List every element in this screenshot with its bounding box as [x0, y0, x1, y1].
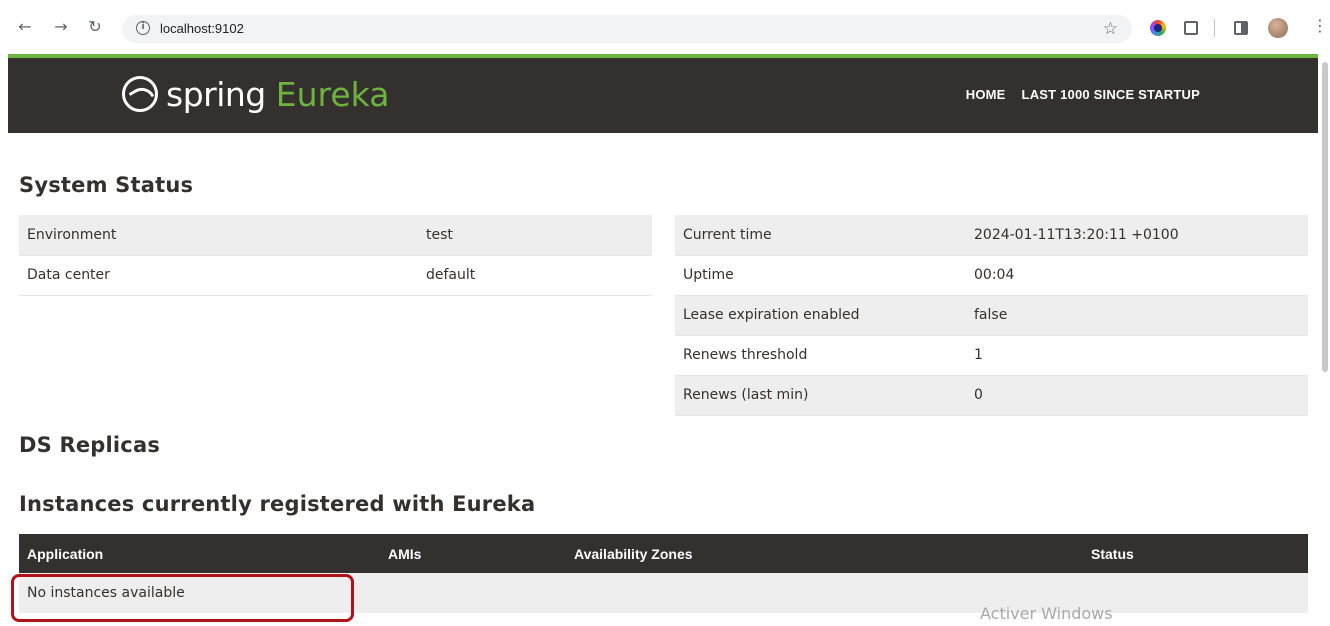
instances-heading: Instances currently registered with Eure…	[19, 492, 536, 516]
reload-icon[interactable]: ↻	[86, 18, 104, 36]
annotation-highlight-box	[11, 574, 354, 622]
status-key: Renews threshold	[675, 335, 966, 376]
extensions-puzzle-icon[interactable]	[1184, 21, 1198, 35]
browser-menu-icon[interactable]: ⋮	[1312, 17, 1328, 35]
column-header-application: Application	[19, 534, 380, 573]
table-row: Renews threshold 1	[675, 335, 1308, 376]
status-key: Data center	[19, 255, 418, 296]
spring-leaf-icon	[122, 76, 158, 112]
toolbar-divider	[1214, 19, 1215, 37]
status-key: Environment	[19, 215, 418, 256]
system-status-heading: System Status	[19, 173, 194, 197]
side-panel-icon[interactable]	[1234, 21, 1248, 35]
address-url: localhost:9102	[160, 21, 244, 36]
status-key: Lease expiration enabled	[675, 295, 966, 336]
nav-last-1000-link[interactable]: LAST 1000 SINCE STARTUP	[1022, 87, 1200, 102]
status-value: false	[966, 295, 1308, 336]
forward-icon[interactable]: →	[52, 18, 70, 36]
address-bar[interactable]: i localhost:9102 ☆	[122, 15, 1132, 43]
eureka-header: spring Eureka HOME LAST 1000 SINCE START…	[8, 58, 1318, 133]
spring-eureka-logo[interactable]: spring Eureka	[122, 74, 389, 114]
column-header-status: Status	[1083, 534, 1308, 573]
table-row: Environment test	[19, 215, 652, 256]
status-key: Renews (last min)	[675, 375, 966, 416]
table-row: Lease expiration enabled false	[675, 295, 1308, 336]
column-header-amis: AMIs	[380, 534, 566, 573]
column-header-availability-zones: Availability Zones	[566, 534, 1083, 573]
extension-color-icon[interactable]	[1150, 20, 1166, 36]
status-value: 2024-01-11T13:20:11 +0100	[966, 215, 1308, 256]
table-row: Data center default	[19, 255, 652, 296]
status-key: Uptime	[675, 255, 966, 296]
back-icon[interactable]: ←	[16, 18, 34, 36]
windows-activation-watermark: Activer Windows	[980, 604, 1113, 623]
system-status-left-table: Environment test Data center default	[19, 215, 652, 296]
status-key: Current time	[675, 215, 966, 256]
page-scrollbar[interactable]	[1322, 62, 1328, 372]
logo-eureka-text: Eureka	[275, 74, 390, 114]
site-info-icon[interactable]: i	[136, 21, 150, 35]
nav-home-link[interactable]: HOME	[966, 87, 1006, 102]
logo-spring-text: spring	[166, 74, 266, 114]
system-status-right-table: Current time 2024-01-11T13:20:11 +0100 U…	[675, 215, 1308, 416]
browser-toolbar: ← → ↻ i localhost:9102 ☆ ⋮	[0, 0, 1330, 54]
status-value: test	[418, 215, 652, 256]
status-value: 0	[966, 375, 1308, 416]
bookmark-star-icon[interactable]: ☆	[1103, 19, 1118, 39]
status-value: 1	[966, 335, 1308, 376]
ds-replicas-heading: DS Replicas	[19, 433, 161, 457]
top-navigation: HOME LAST 1000 SINCE STARTUP	[966, 87, 1200, 102]
table-row: Renews (last min) 0	[675, 375, 1308, 416]
table-row: Current time 2024-01-11T13:20:11 +0100	[675, 215, 1308, 256]
status-value: default	[418, 255, 652, 296]
profile-avatar[interactable]	[1268, 18, 1288, 38]
table-header-row: Application AMIs Availability Zones Stat…	[19, 534, 1308, 573]
table-row: Uptime 00:04	[675, 255, 1308, 296]
status-value: 00:04	[966, 255, 1308, 296]
